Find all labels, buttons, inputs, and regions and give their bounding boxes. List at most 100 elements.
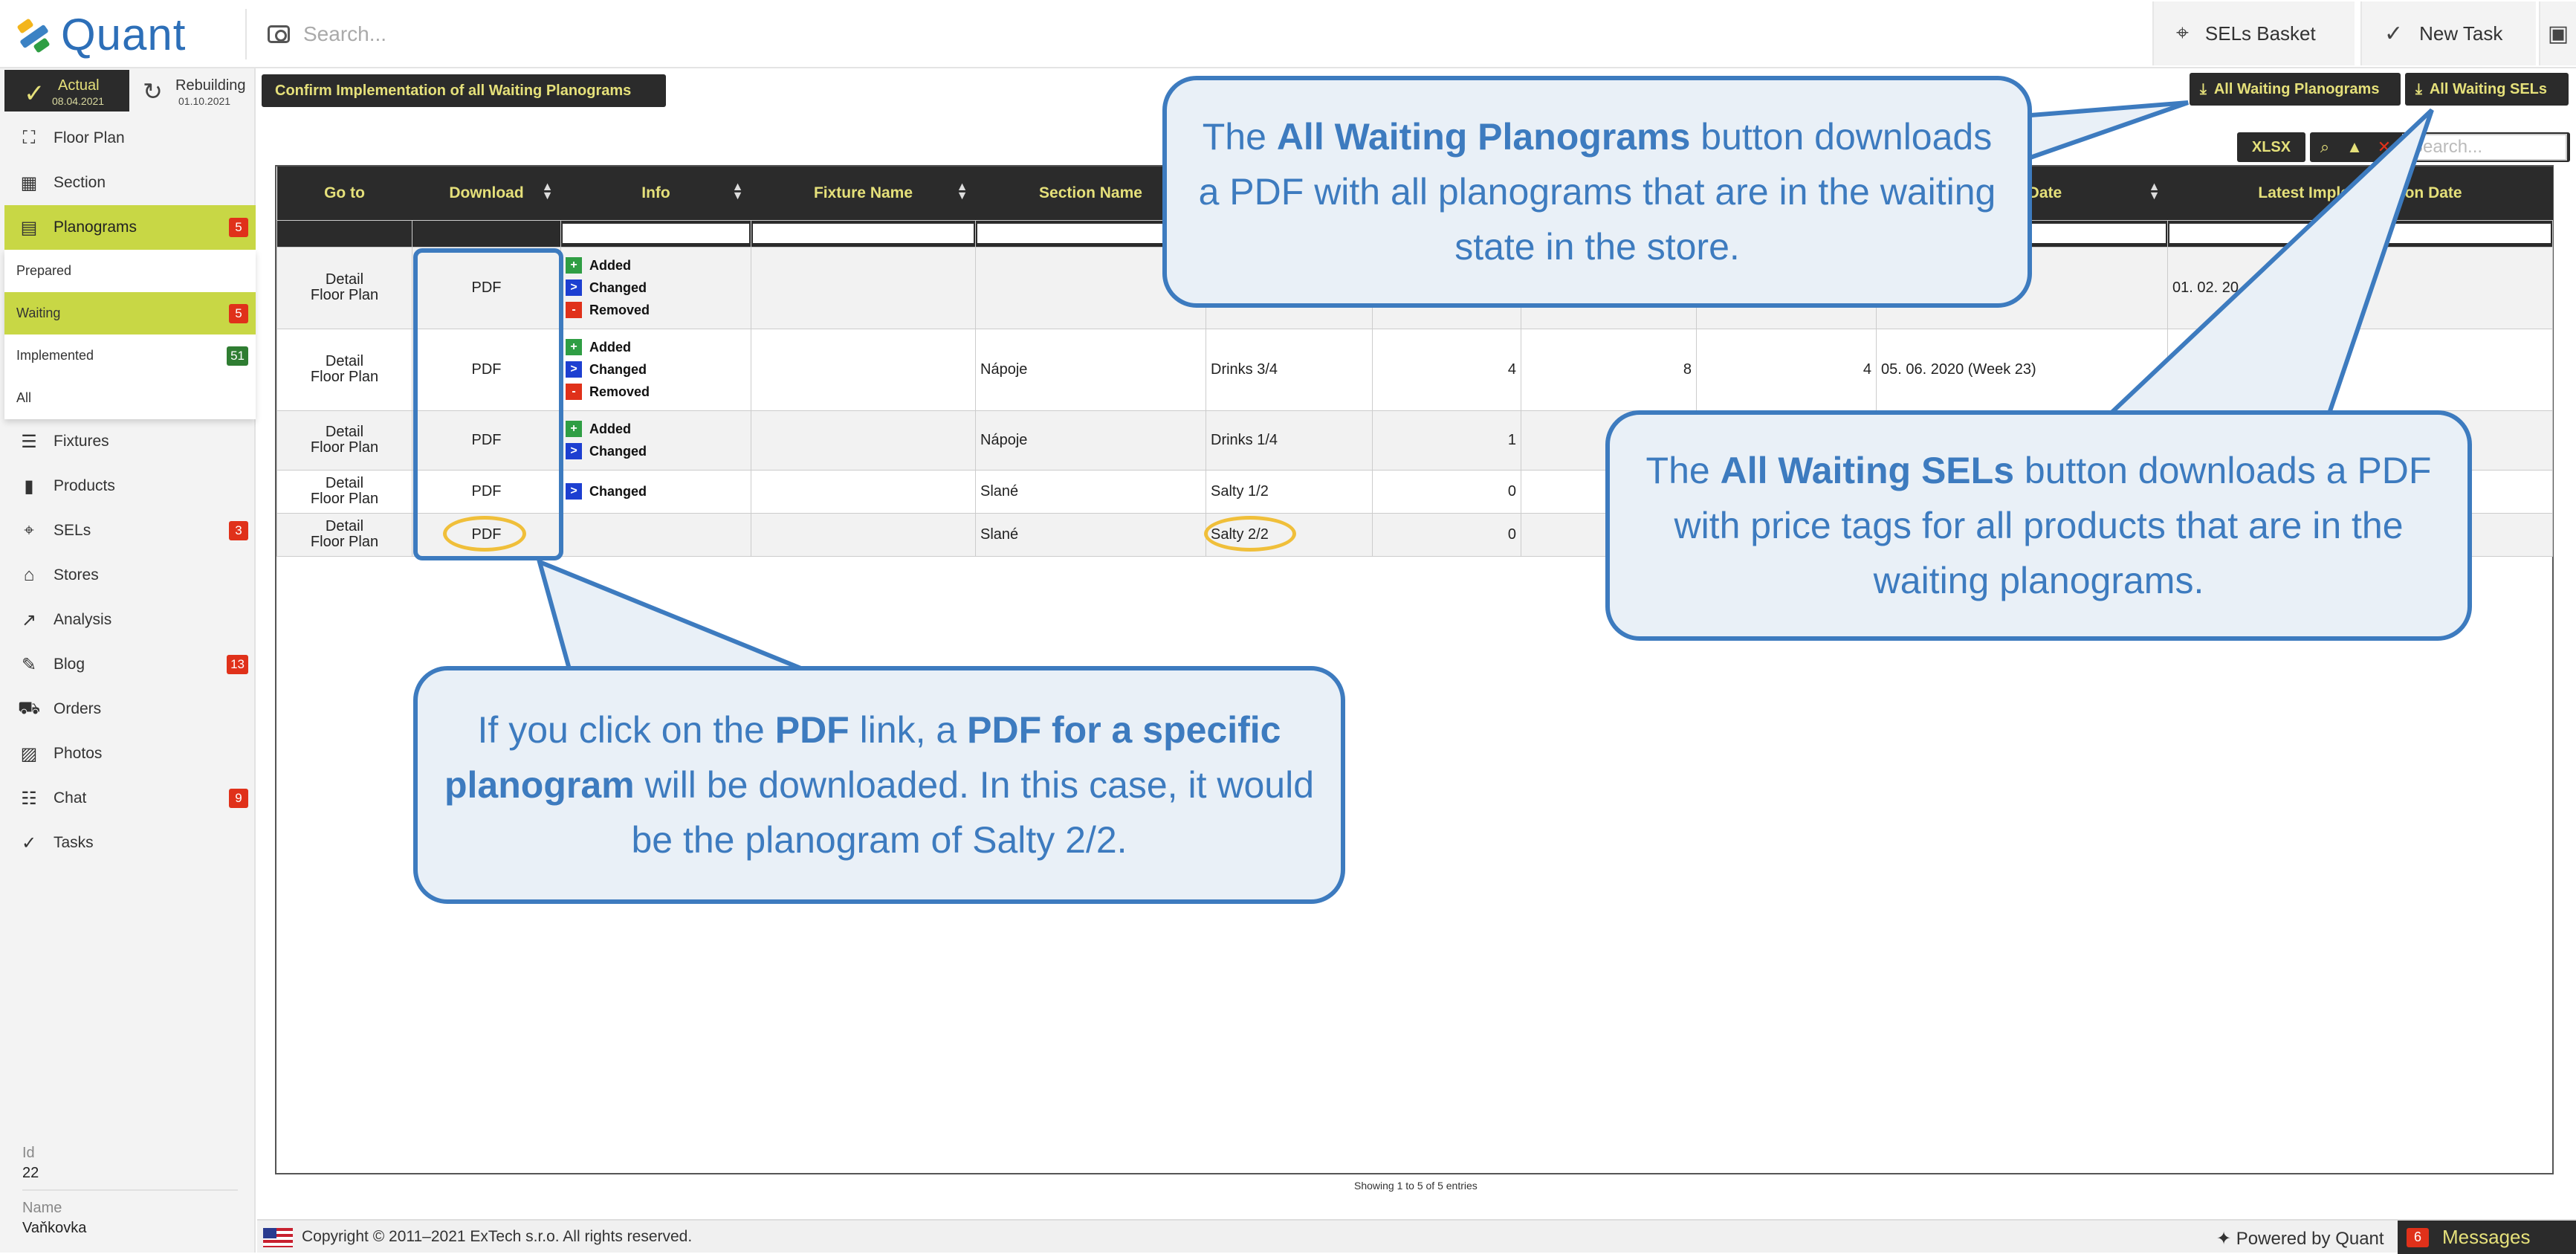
name-value: Vaňkovka [22, 1220, 87, 1236]
section-name-cell: Slané [975, 512, 1206, 557]
sels-basket-button[interactable]: ⌖ SELs Basket [2152, 1, 2355, 65]
latest-date-cell [2167, 328, 2553, 411]
filter-input[interactable] [563, 224, 749, 243]
callout-text: The [1645, 450, 1721, 491]
store-info: Id 22 Name Vaňkovka [22, 1145, 238, 1253]
sort-icon[interactable]: ▲ ▼ [542, 181, 554, 202]
sidebar-item-label: SELs [54, 522, 91, 539]
goto-cell[interactable]: Detail Floor Plan [276, 328, 412, 411]
sidebar-item-photos[interactable]: ▨ Photos [4, 731, 256, 776]
salty-highlight-oval [1204, 516, 1296, 552]
filter-cell [412, 219, 561, 248]
user-icon: ▣ [2547, 21, 2569, 46]
sidebar-item-orders[interactable]: ⛟ Orders [4, 687, 256, 731]
count-badge: 5 [229, 304, 248, 323]
header-latest-implementation-date[interactable]: Latest Implementation Date [2167, 167, 2553, 220]
sidebar-item-fixtures[interactable]: ☰ Fixtures [4, 419, 256, 464]
sidebar-item-chat[interactable]: ☷ Chat 9 [4, 776, 256, 821]
goto-cell[interactable]: Detail Floor Plan [276, 469, 412, 514]
goto-floorplan-link[interactable]: Floor Plan [311, 287, 378, 303]
us-flag-icon[interactable] [263, 1228, 293, 1247]
clear-icon[interactable]: ✕ [2369, 138, 2399, 157]
sidebar-item-analysis[interactable]: ↗ Analysis [4, 598, 256, 642]
sidebar-item-planograms[interactable]: ▤ Planograms 5 [4, 205, 256, 250]
sidebar: ✓ Actual 08.04.2021 ↻ Rebuilding 01.10.2… [0, 68, 256, 1253]
goto-detail-link[interactable]: Detail [326, 518, 363, 534]
filter-input[interactable] [753, 224, 974, 243]
header-label: Info [641, 184, 670, 201]
download-icon: ⤓ [2200, 80, 2207, 97]
count-badge: 9 [229, 789, 248, 808]
goto-floorplan-link[interactable]: Floor Plan [311, 491, 378, 507]
sidebar-item-sels[interactable]: ⌖ SELs 3 [4, 508, 256, 553]
sidebar-item-section[interactable]: ▦ Section [4, 161, 256, 205]
info-cell [560, 512, 751, 557]
header-go-to: Go to [276, 167, 412, 220]
fixtures-icon: ☰ [21, 431, 37, 452]
callout-bold: All Waiting Planograms [1276, 116, 1691, 158]
header-label: Section Name [1039, 184, 1142, 201]
confirm-all-waiting-button[interactable]: Confirm Implementation of all Waiting Pl… [262, 74, 666, 107]
actual-status-toggle[interactable]: ✓ Actual 08.04.2021 [4, 70, 129, 111]
sidebar-item-floor-plan[interactable]: ⛶ Floor Plan [4, 116, 256, 161]
sort-icon[interactable]: ▲ ▼ [2149, 181, 2161, 202]
xlsx-export-button[interactable]: XLSX [2237, 132, 2305, 162]
checkmark-icon: ✓ [24, 80, 45, 108]
info-label: Changed [589, 483, 647, 499]
table-info: Showing 1 to 5 of 5 entries [1354, 1180, 1478, 1192]
all-waiting-planograms-button[interactable]: ⤓ All Waiting Planograms [2190, 73, 2401, 106]
search-icon[interactable]: ⌕ [2310, 138, 2340, 157]
goto-cell[interactable]: Detail Floor Plan [276, 246, 412, 329]
user-profile-button[interactable]: ▣ [2539, 1, 2576, 65]
added-icon: + [566, 257, 582, 274]
sort-icon[interactable]: ▲ ▼ [957, 181, 968, 202]
rebuilding-status-toggle[interactable]: ↻ Rebuilding 01.10.2021 [131, 70, 256, 111]
callout-text: link, a [849, 709, 968, 751]
header-download[interactable]: Download ▲ ▼ [412, 167, 561, 220]
sidebar-item-label: Floor Plan [54, 129, 125, 146]
triangle-up-icon[interactable]: ▲ [2340, 138, 2369, 157]
planograms-submenu: Prepared Waiting 5 Implemented 51 All [4, 250, 256, 419]
sidebar-item-products[interactable]: ▮ Products [4, 464, 256, 508]
goto-floorplan-link[interactable]: Floor Plan [311, 439, 378, 456]
new-task-label: New Task [2419, 22, 2503, 45]
camera-icon[interactable] [268, 25, 290, 43]
info-label: Changed [589, 361, 647, 377]
sidebar-item-stores[interactable]: ⌂ Stores [4, 553, 256, 598]
messages-button[interactable]: 6 Messages [2398, 1221, 2576, 1254]
goto-detail-link[interactable]: Detail [326, 271, 363, 288]
header-fixture-name[interactable]: Fixture Name ▲ ▼ [751, 167, 976, 220]
sidebar-item-label: Products [54, 477, 115, 494]
goto-detail-link[interactable]: Detail [326, 424, 363, 440]
submenu-item-all[interactable]: All [4, 377, 256, 419]
changed-icon: > [566, 443, 582, 459]
callout-pdf-link: If you click on the PDF link, a PDF for … [413, 666, 1345, 904]
goto-detail-link[interactable]: Detail [326, 353, 363, 369]
quant-logo[interactable]: Quant [16, 10, 186, 59]
global-search-input[interactable]: Search... [268, 16, 936, 52]
table-search-input[interactable]: Search... [2402, 134, 2567, 161]
search-placeholder: Search... [303, 22, 387, 45]
submenu-item-waiting[interactable]: Waiting 5 [4, 292, 256, 334]
goto-floorplan-link[interactable]: Floor Plan [311, 534, 378, 550]
info-cell: + Added > Changed [560, 410, 751, 471]
all-waiting-sels-button[interactable]: ⤓ All Waiting SELs [2405, 73, 2569, 106]
new-task-button[interactable]: ✓ New Task [2360, 1, 2536, 65]
sort-icon[interactable]: ▲ ▼ [732, 181, 744, 202]
rebuilding-label: Rebuilding [175, 77, 246, 94]
info-label: Changed [589, 443, 647, 459]
goto-cell[interactable]: Detail Floor Plan [276, 512, 412, 557]
orders-icon: ⛟ [18, 698, 41, 718]
sidebar-item-blog[interactable]: ✎ Blog 13 [4, 642, 256, 687]
info-label: Added [589, 339, 631, 355]
goto-floorplan-link[interactable]: Floor Plan [311, 369, 378, 385]
quant-logo-icon [16, 16, 54, 54]
filter-input[interactable] [2169, 224, 2551, 243]
header-info[interactable]: Info ▲ ▼ [560, 167, 751, 220]
submenu-item-prepared[interactable]: Prepared [4, 250, 256, 292]
goto-cell[interactable]: Detail Floor Plan [276, 410, 412, 471]
info-cell: + Added > Changed - Removed [560, 328, 751, 411]
goto-detail-link[interactable]: Detail [326, 475, 363, 491]
sidebar-item-tasks[interactable]: ✓ Tasks [4, 821, 256, 865]
submenu-item-implemented[interactable]: Implemented 51 [4, 334, 256, 377]
